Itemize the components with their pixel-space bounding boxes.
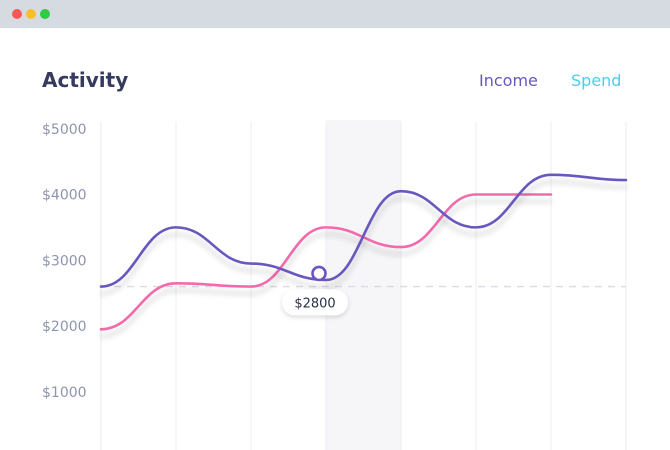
y-tick-label: $1000	[42, 385, 87, 401]
line-chart: $1000 $2000 $3000 $4000 $5000 $2800	[42, 120, 628, 450]
tooltip-label: $2800	[294, 296, 335, 311]
y-tick-label: $3000	[42, 253, 87, 269]
y-tick-label: $2000	[42, 319, 87, 335]
chart-window: Activity Income Spend $1000 $2000 $3000 $40…	[0, 0, 670, 450]
highlight-band	[326, 120, 401, 450]
y-tick-label: $4000	[42, 188, 87, 204]
data-point-marker[interactable]	[311, 265, 327, 282]
y-tick-label: $5000	[42, 122, 87, 138]
